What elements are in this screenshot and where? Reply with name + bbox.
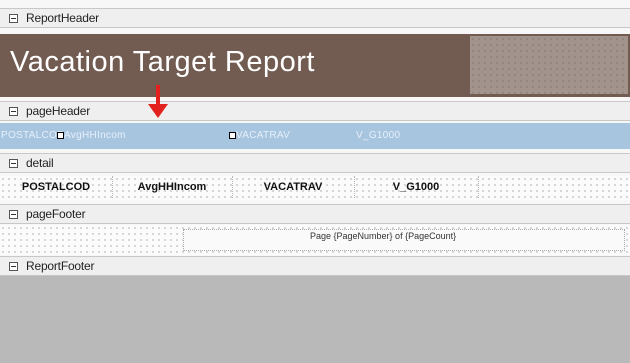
- selection-handle-icon[interactable]: [229, 132, 236, 139]
- page-footer-label: pageFooter: [26, 207, 86, 221]
- page-header-field-vacatrav[interactable]: VACATRAV: [236, 130, 290, 141]
- collapse-toggle-icon[interactable]: [9, 261, 18, 271]
- detail-field-vg1000[interactable]: V_G1000: [354, 176, 479, 198]
- collapse-toggle-icon[interactable]: [9, 13, 18, 23]
- page-header-field-vg1000[interactable]: V_G1000: [356, 130, 400, 141]
- page-header-band[interactable]: pageHeader: [0, 101, 630, 121]
- report-title-textbox[interactable]: Vacation Target Report: [10, 46, 315, 79]
- collapse-toggle-icon[interactable]: [9, 209, 18, 219]
- grid-dots: [470, 36, 628, 94]
- report-header-label: ReportHeader: [26, 11, 99, 25]
- selection-handle-icon[interactable]: [57, 132, 64, 139]
- page-header-field-avghhincom[interactable]: AvgHHIncom: [64, 130, 126, 141]
- page-header-label: pageHeader: [26, 104, 91, 118]
- detail-field-vacatrav[interactable]: VACATRAV: [232, 176, 355, 198]
- page-footer-band[interactable]: pageFooter: [0, 204, 630, 224]
- detail-field-postalcod[interactable]: POSTALCOD: [0, 176, 113, 198]
- report-footer-area[interactable]: [0, 276, 630, 363]
- page-header-field-postalcod[interactable]: POSTALCOD: [1, 130, 65, 141]
- detail-field-avghhincom[interactable]: AvgHHIncom: [112, 176, 233, 198]
- page-number-text: Page {PageNumber} of {PageCount}: [310, 231, 457, 241]
- report-footer-label: ReportFooter: [26, 259, 95, 273]
- detail-band[interactable]: detail: [0, 153, 630, 173]
- collapse-toggle-icon[interactable]: [9, 158, 18, 168]
- report-header-band[interactable]: ReportHeader: [0, 8, 630, 28]
- detail-label: detail: [26, 156, 54, 170]
- report-footer-band[interactable]: ReportFooter: [0, 256, 630, 276]
- red-arrow-head-icon: [148, 104, 168, 118]
- collapse-toggle-icon[interactable]: [9, 106, 18, 116]
